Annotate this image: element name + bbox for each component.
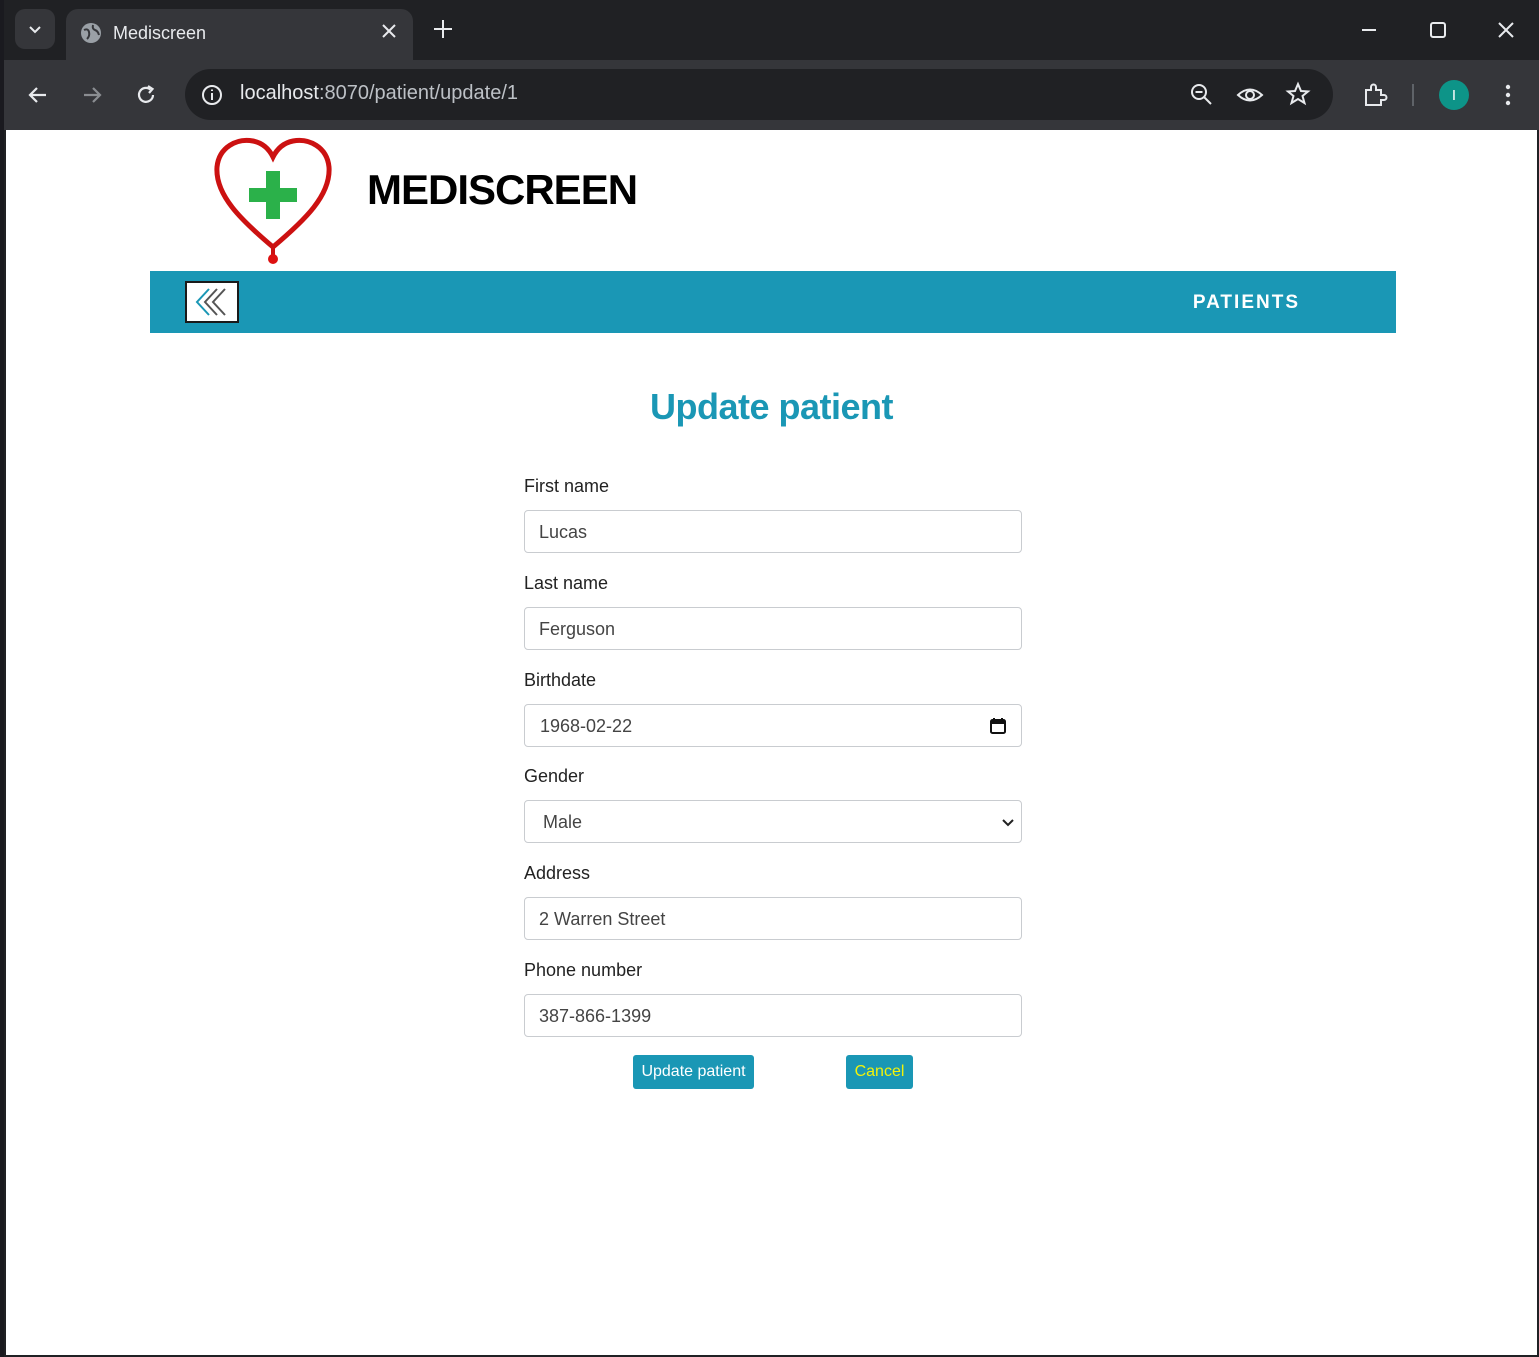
toolbar-separator — [1412, 84, 1414, 106]
first-name-input[interactable]: Lucas — [524, 510, 1022, 553]
url-text: localhost:8070/patient/update/1 — [240, 82, 518, 105]
gender-label: Gender — [524, 766, 585, 786]
mediscreen-heart-logo-icon[interactable] — [211, 135, 335, 265]
web-page: MEDISCREEN PATIENTS Update patient First… — [6, 130, 1537, 1355]
forward-arrow-icon[interactable] — [79, 82, 105, 108]
last-name-label: Last name — [524, 573, 609, 593]
reload-icon[interactable] — [133, 82, 159, 108]
address-value: 2 Warren Street — [539, 909, 666, 929]
page-title: Update patient — [649, 386, 894, 427]
phone-input[interactable]: 387-866-1399 — [524, 994, 1022, 1037]
browser-window: Mediscreen localhost:8070/patient/update… — [4, 0, 1539, 1357]
nav-link-patients[interactable]: PATIENTS — [1193, 292, 1300, 314]
navbar: PATIENTS — [150, 271, 1396, 333]
eye-icon[interactable] — [1236, 82, 1264, 108]
gender-selected-value: Male — [543, 812, 583, 832]
birthdate-label: Birthdate — [524, 670, 597, 690]
tab-mediscreen[interactable]: Mediscreen — [66, 9, 413, 60]
address-bar[interactable]: localhost:8070/patient/update/1 — [185, 69, 1333, 120]
last-name-input[interactable]: Ferguson — [524, 607, 1022, 650]
zoom-out-icon[interactable] — [1189, 82, 1215, 108]
double-chevron-left-icon — [195, 288, 226, 316]
back-button[interactable] — [185, 281, 239, 323]
chevron-down-icon — [29, 26, 41, 34]
phone-label: Phone number — [524, 960, 643, 980]
last-name-value: Ferguson — [539, 619, 616, 639]
tab-search-button[interactable] — [15, 9, 55, 49]
first-name-value: Lucas — [539, 522, 588, 542]
url-path: :8070/patient/update/1 — [318, 82, 518, 104]
maximize-icon[interactable] — [1426, 18, 1450, 42]
birthdate-value: 1968-02-22 — [540, 716, 633, 736]
browser-toolbar: localhost:8070/patient/update/1 I — [4, 60, 1539, 130]
close-window-icon[interactable] — [1494, 18, 1518, 42]
new-tab-icon[interactable] — [432, 18, 454, 40]
brand-name: MEDISCREEN — [367, 166, 638, 213]
address-input[interactable]: 2 Warren Street — [524, 897, 1022, 940]
chevron-down-icon — [1002, 819, 1014, 827]
url-host: localhost — [240, 82, 319, 104]
birthdate-input[interactable]: 1968-02-22 — [524, 704, 1022, 747]
extensions-puzzle-icon[interactable] — [1362, 82, 1388, 108]
address-label: Address — [524, 863, 591, 883]
kebab-menu-icon[interactable] — [1495, 82, 1521, 108]
profile-avatar[interactable]: I — [1439, 80, 1469, 110]
cancel-button[interactable]: Cancel — [846, 1055, 913, 1089]
gender-select[interactable]: Male — [524, 800, 1022, 843]
back-arrow-icon[interactable] — [25, 82, 51, 108]
bookmark-star-icon[interactable] — [1285, 81, 1311, 107]
globe-icon — [81, 23, 101, 43]
tab-strip: Mediscreen — [4, 0, 1539, 60]
tab-title: Mediscreen — [113, 23, 207, 43]
phone-value: 387-866-1399 — [539, 1006, 652, 1026]
minimize-icon[interactable] — [1357, 18, 1381, 42]
update-patient-button[interactable]: Update patient — [633, 1055, 754, 1089]
first-name-label: First name — [524, 476, 610, 496]
close-tab-icon[interactable] — [379, 21, 399, 41]
calendar-icon[interactable] — [989, 717, 1007, 735]
site-info-icon[interactable] — [200, 83, 224, 107]
